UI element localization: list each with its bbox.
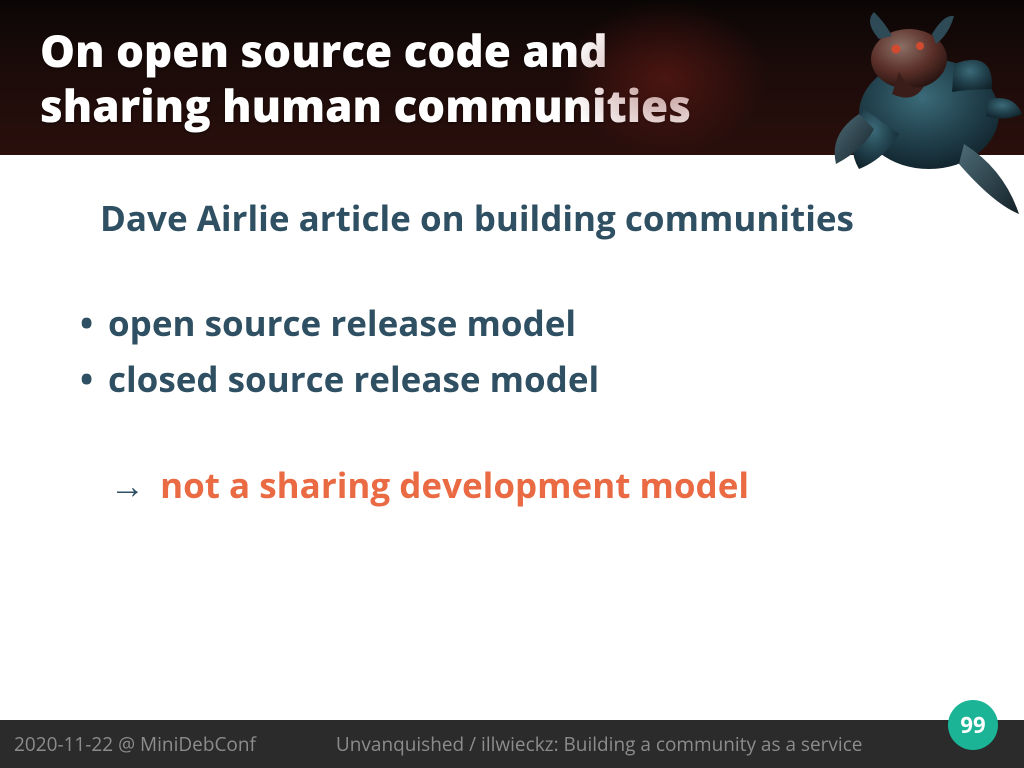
conclusion-line: → not a sharing development model <box>110 462 954 509</box>
list-item: open source release model <box>80 296 954 352</box>
slide: On open source code and sharing human co… <box>0 0 1024 768</box>
footer-talk-title: Unvanquished / illwieckz: Building a com… <box>256 731 928 757</box>
conclusion-text: not a sharing development model <box>160 462 749 509</box>
arrow-icon: → <box>110 462 145 509</box>
slide-footer: 2020-11-22 @ MiniDebConf Unvanquished / … <box>0 720 1024 768</box>
list-item: closed source release model <box>80 352 954 408</box>
bullet-list: open source release model closed source … <box>80 296 954 408</box>
slide-body: Dave Airlie article on building communit… <box>0 155 1024 720</box>
footer-date-venue: 2020-11-22 @ MiniDebConf <box>14 731 256 757</box>
page-number: 99 <box>960 710 985 740</box>
slide-subtitle: Dave Airlie article on building communit… <box>100 195 954 242</box>
slide-header: On open source code and sharing human co… <box>0 0 1024 155</box>
page-number-badge: 99 <box>948 700 998 750</box>
slide-title: On open source code and sharing human co… <box>40 23 760 133</box>
